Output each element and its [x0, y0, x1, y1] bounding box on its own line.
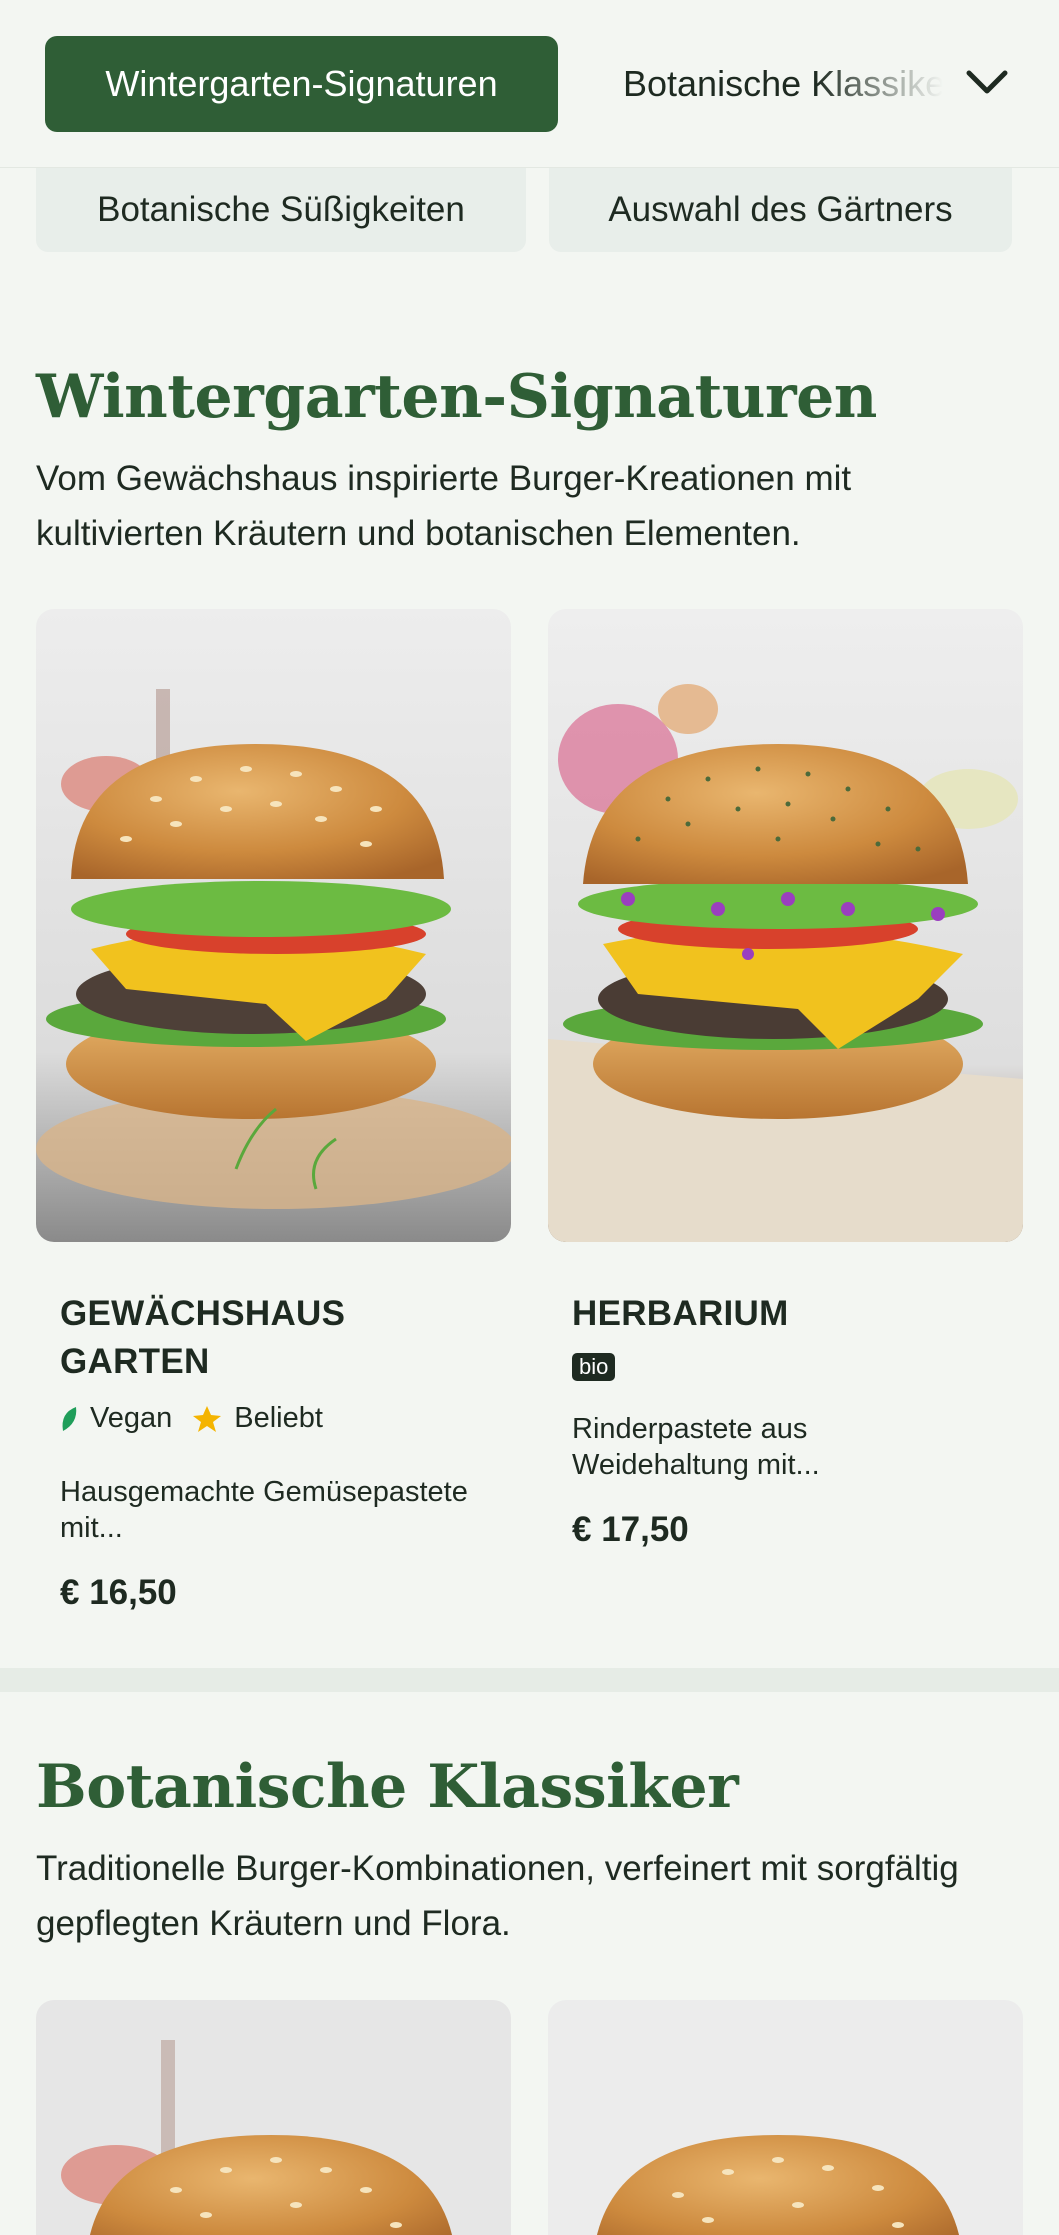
section-divider — [0, 1668, 1059, 1692]
menu-item-image[interactable] — [548, 2000, 1023, 2235]
menu-item-description: Hausgemachte Gemüsepastete mit... — [60, 1476, 468, 1544]
tab-botanische-suessigkeiten[interactable]: Botanische Süßigkeiten — [36, 168, 526, 252]
menu-item-name[interactable]: Herbarium — [572, 1290, 972, 1338]
chevron-down-icon[interactable] — [965, 63, 1009, 103]
tag-label: Beliebt — [234, 1402, 323, 1434]
section-title: Botanische Klassiker — [36, 1752, 739, 1822]
menu-item-tags: Vegan Beliebt — [60, 1402, 343, 1435]
category-tab-bar: Wintergarten-Signaturen Botanische Klass… — [0, 0, 1059, 168]
menu-item-price: € 16,50 — [60, 1573, 177, 1612]
star-icon — [193, 1405, 222, 1432]
tab-wintergarten-signaturen[interactable]: Wintergarten-Signaturen — [45, 36, 558, 132]
leaf-icon — [62, 1406, 77, 1431]
menu-item-name[interactable]: Gewächshaus Garten — [60, 1290, 460, 1386]
section-description: Traditionelle Burger-Kombinationen, verf… — [36, 1849, 959, 1943]
menu-item-image[interactable] — [36, 2000, 511, 2235]
menu-item-image[interactable] — [548, 609, 1023, 1242]
tab-auswahl-des-gaertners[interactable]: Auswahl des Gärtners — [549, 168, 1012, 252]
tab-botanische-klassiker[interactable]: Botanische Klassiker — [623, 36, 943, 132]
section-description: Vom Gewächshaus inspirierte Burger-Kreat… — [36, 459, 852, 553]
menu-item-description: Rinderpastete aus Weidehaltung mit... — [572, 1413, 820, 1481]
tag-beliebt: Beliebt — [192, 1402, 323, 1435]
section-title: Wintergarten-Signaturen — [36, 362, 877, 432]
bio-badge: bio — [572, 1353, 616, 1381]
tag-vegan: Vegan — [60, 1402, 172, 1435]
tag-label: Vegan — [90, 1402, 173, 1434]
menu-item-price: € 17,50 — [572, 1510, 689, 1549]
menu-item-image[interactable] — [36, 609, 511, 1242]
